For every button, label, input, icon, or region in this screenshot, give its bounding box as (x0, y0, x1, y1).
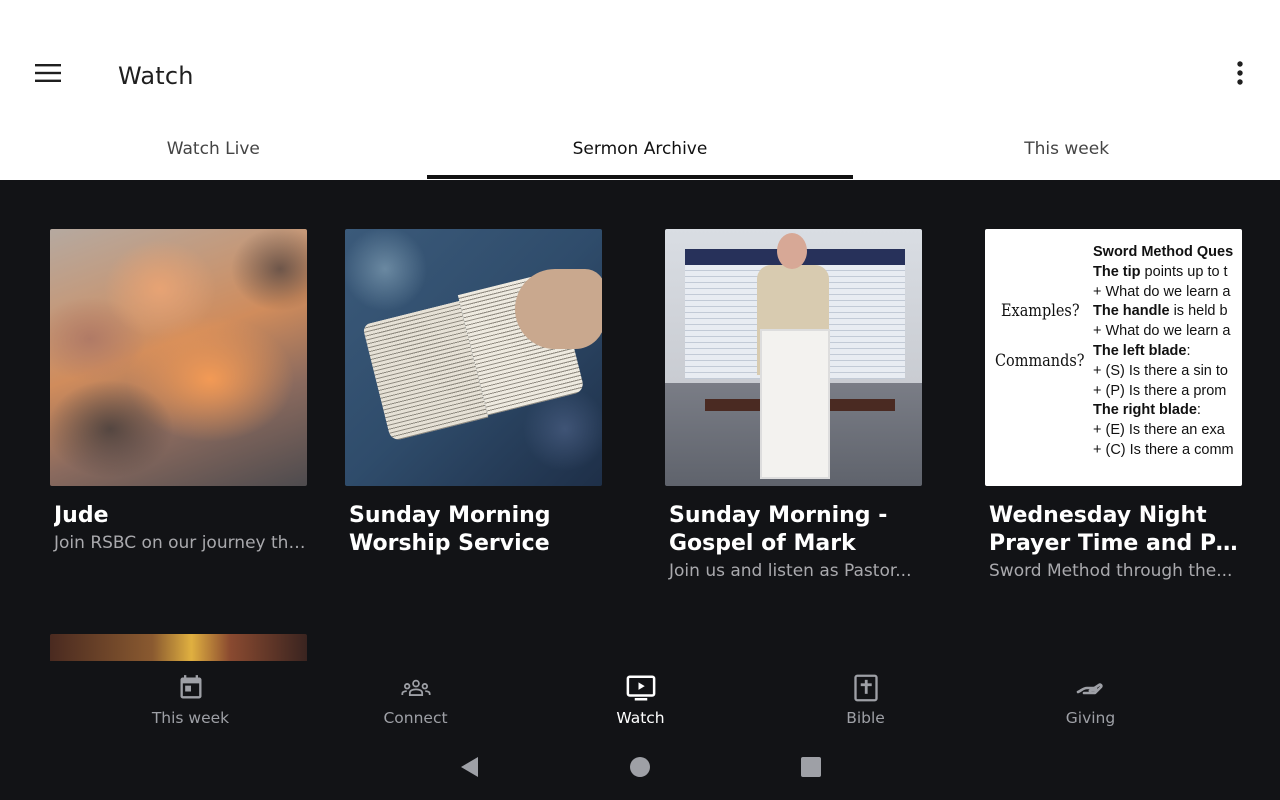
sword-line-bold: The handle (1093, 303, 1170, 320)
sword-line-bold: The right blade (1093, 402, 1197, 419)
sermon-title: Jude (50, 502, 308, 530)
sword-line: + (P) Is there a prom (1093, 382, 1227, 399)
sermon-card-worship-service[interactable]: Sunday Morning Worship Service (345, 229, 603, 558)
tab-this-week[interactable]: This week (853, 120, 1280, 179)
sermon-title-line: Jude (54, 503, 109, 528)
sermon-subtitle: Join RSBC on our journey thr... (54, 533, 308, 553)
page-title: Watch (118, 62, 194, 90)
sermon-grid: Jude Join RSBC on our journey thr... Sun… (0, 180, 1280, 661)
sword-line: points up to t (1140, 263, 1228, 280)
sword-line: is held b (1169, 303, 1228, 320)
more-vert-icon (1236, 60, 1244, 91)
sermon-thumbnail (665, 229, 922, 486)
hamburger-menu-icon (35, 63, 61, 88)
sermon-card-jude[interactable]: Jude Join RSBC on our journey thr... (50, 229, 308, 554)
sword-line: + What do we learn a (1093, 323, 1231, 340)
nav-item-watch[interactable]: Watch (528, 661, 753, 741)
sword-line: + What do we learn a (1093, 283, 1231, 300)
pastor-head-image (777, 233, 807, 269)
sermon-thumbnail (345, 229, 602, 486)
sermon-thumbnail (50, 229, 307, 486)
sword-line-bold: The tip (1093, 263, 1141, 280)
hand-label: Commands? (995, 351, 1085, 371)
giving-hand-icon (1076, 673, 1106, 703)
sword-line: : (1196, 402, 1201, 419)
hand-label: Examples? (1001, 301, 1080, 321)
app-bar: Watch Watch Live Sermon Archive This wee… (0, 0, 1280, 180)
sword-line: + (S) Is there a sin to (1093, 362, 1228, 379)
sermon-title-line: Sunday Morning (349, 503, 551, 528)
sword-line: + (E) Is there an exa (1093, 422, 1225, 439)
nav-item-giving[interactable]: Giving (978, 661, 1203, 741)
tab-watch-live[interactable]: Watch Live (0, 120, 427, 179)
sermon-title-line: Gospel of Mark (669, 531, 856, 556)
sermon-title-line: Worship Service (349, 531, 550, 556)
bottom-navigation: This week Connect Watch Bible Giving (0, 661, 1280, 741)
back-triangle-icon (458, 755, 480, 784)
home-circle-icon (629, 756, 651, 783)
more-options-button[interactable] (1220, 56, 1260, 94)
nav-label: Connect (383, 709, 448, 727)
sermon-title-line: Wednesday Night (989, 503, 1207, 528)
sermon-subtitle: Sword Method through the... (989, 561, 1233, 581)
menu-button[interactable] (22, 56, 74, 94)
podium-image (760, 329, 830, 479)
nav-item-connect[interactable]: Connect (303, 661, 528, 741)
nav-item-bible[interactable]: Bible (753, 661, 978, 741)
sword-line-bold: The left blade (1093, 342, 1187, 359)
sermon-card-gospel-of-mark[interactable]: Sunday Morning - Gospel of Mark Join us … (665, 229, 923, 582)
sword-method-text: Sword Method Ques The tip points up to t… (1093, 243, 1234, 461)
calendar-icon (176, 673, 206, 703)
sermon-title-line: Sunday Morning - (669, 503, 888, 528)
sermon-title: Sunday Morning Worship Service (345, 502, 603, 558)
nav-label: Watch (616, 709, 665, 727)
sword-heading: Sword Method Ques (1093, 244, 1234, 260)
nav-label: This week (151, 709, 230, 727)
bible-icon (851, 673, 881, 703)
tab-bar: Watch Live Sermon Archive This week (0, 120, 1280, 179)
video-play-icon (626, 673, 656, 703)
sermon-thumbnail: Examples? Commands? Sword Method Ques Th… (985, 229, 1242, 486)
nav-label: Bible (846, 709, 885, 727)
nav-item-this-week[interactable]: This week (78, 661, 303, 741)
tab-sermon-archive[interactable]: Sermon Archive (426, 120, 854, 179)
system-recents-button[interactable] (794, 755, 828, 783)
sermon-card-wednesday-night[interactable]: Examples? Commands? Sword Method Ques Th… (985, 229, 1243, 582)
system-navigation-bar (0, 741, 1280, 800)
system-back-button[interactable] (452, 755, 486, 783)
groups-icon (400, 673, 431, 703)
sermon-title: Wednesday Night Prayer Time and Psal... (985, 502, 1243, 558)
sword-line: + (C) Is there a comm (1093, 441, 1234, 458)
nav-label: Giving (1065, 709, 1116, 727)
sermon-title: Sunday Morning - Gospel of Mark (665, 502, 923, 558)
sword-line: : (1186, 342, 1191, 359)
system-home-button[interactable] (623, 755, 657, 783)
sermon-title-line: Prayer Time and Psal... (989, 531, 1243, 556)
hand-image (515, 269, 602, 349)
recents-square-icon (800, 756, 822, 783)
sermon-subtitle: Join us and listen as Pastor... (669, 561, 912, 581)
sermon-card-partial[interactable] (50, 634, 307, 661)
